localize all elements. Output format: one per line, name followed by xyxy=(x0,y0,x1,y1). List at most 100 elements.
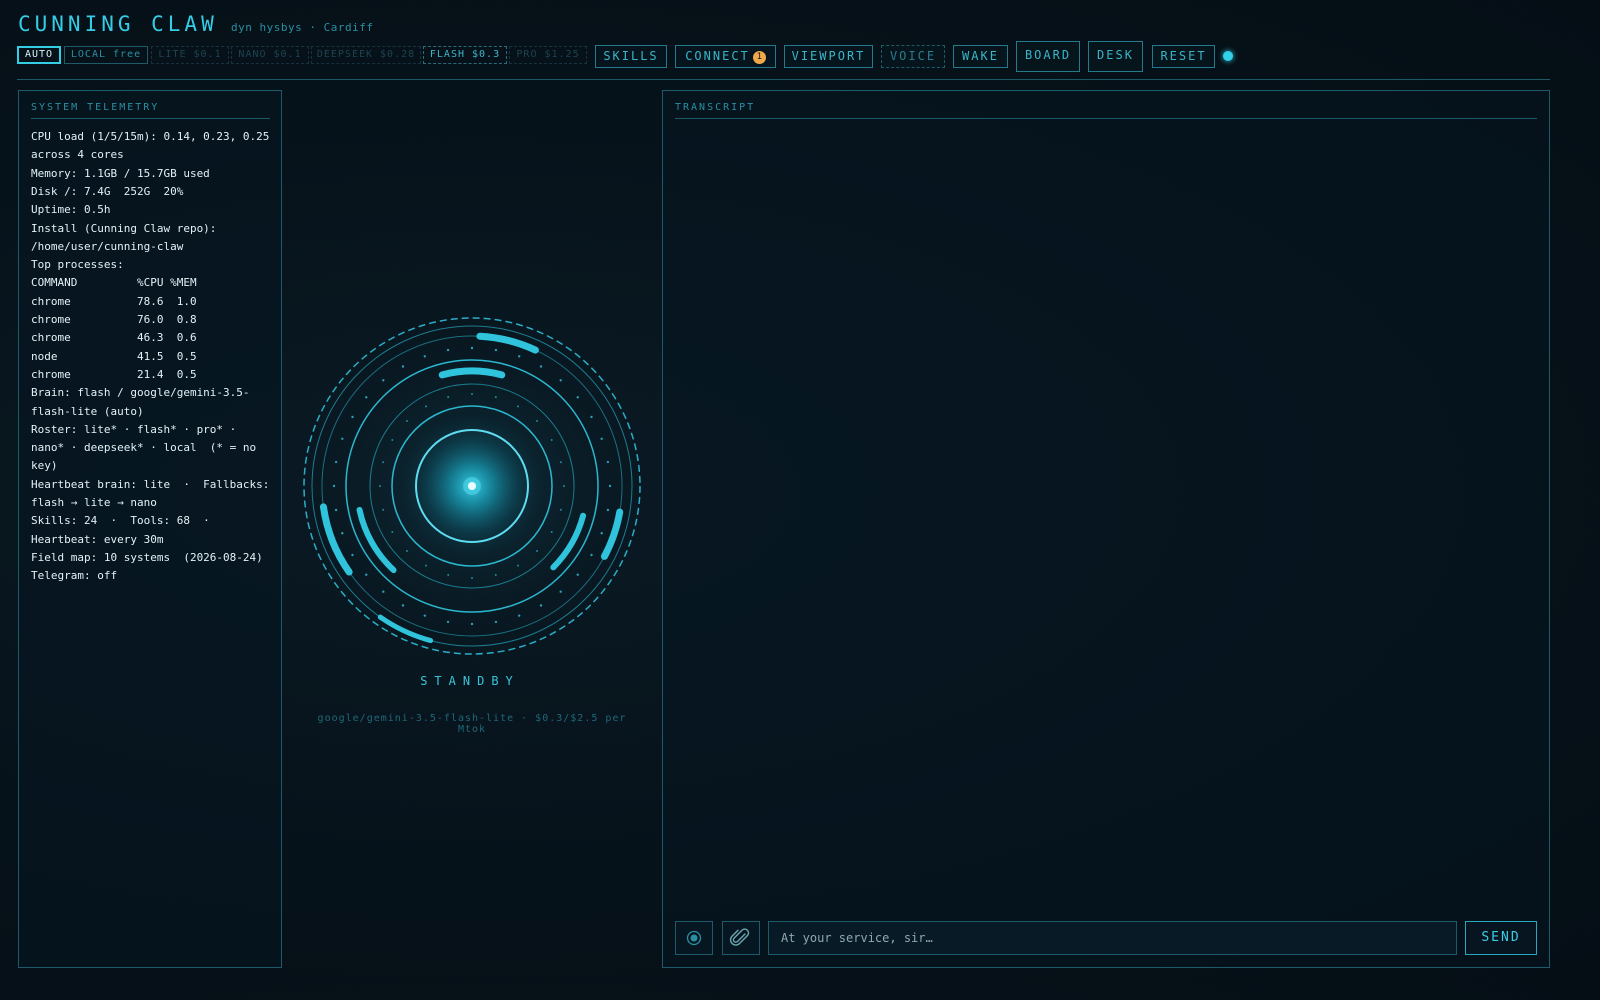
transcript-title: TRANSCRIPT xyxy=(675,102,756,113)
message-input[interactable] xyxy=(768,921,1457,955)
reactor-dot xyxy=(606,508,610,512)
telemetry-line: Heartbeat: every 30m xyxy=(31,532,164,546)
core-status: STANDBY xyxy=(420,674,520,688)
reactor-dot xyxy=(446,348,450,352)
desk-button[interactable]: DESK xyxy=(1088,41,1143,72)
telemetry-line: Memory: 1.1GB / 15.7GB used xyxy=(31,166,210,180)
status-indicator xyxy=(1223,51,1233,61)
reactor-dot xyxy=(405,550,408,553)
telemetry-line: Install (Cunning Claw repo): xyxy=(31,221,217,235)
telemetry-line: Disk /: 7.4G 252G 20% xyxy=(31,184,184,198)
telemetry-rule xyxy=(31,118,270,119)
telemetry-line: key) xyxy=(31,459,58,473)
reactor-dot xyxy=(494,573,497,576)
reactor-dot xyxy=(382,590,385,593)
reactor-core-graphic xyxy=(292,306,652,666)
telemetry-line: chrome 46.3 0.6 xyxy=(31,331,197,345)
app-title: CUNNING CLAW xyxy=(18,12,218,36)
reactor-dot xyxy=(539,365,543,368)
telemetry-panel: SYSTEM TELEMETRY CPU load (1/5/15m): 0.1… xyxy=(18,90,282,968)
telemetry-line: flash-lite (auto) xyxy=(31,404,144,418)
reactor-dot xyxy=(559,590,562,593)
telemetry-line: Brain: flash / google/gemini-3.5- xyxy=(31,386,250,400)
telemetry-line: flash → lite → nano xyxy=(31,496,157,509)
reactor-dot xyxy=(351,415,354,419)
transcript-panel: TRANSCRIPT xyxy=(662,90,1550,968)
attach-button[interactable] xyxy=(722,921,760,955)
reactor-dot xyxy=(470,346,474,350)
skills-button[interactable]: SKILLS xyxy=(595,45,667,68)
reactor-dot xyxy=(517,564,519,567)
reactor-dot xyxy=(405,419,408,422)
telemetry-line: Roster: lite* · flash* · pro* · xyxy=(31,422,237,436)
model-pill-local[interactable]: LOCAL free xyxy=(64,46,148,64)
telemetry-line: /home/user/cunning-claw xyxy=(31,239,184,253)
connect-label: CONNECT xyxy=(685,49,750,63)
telemetry-line: CPU load (1/5/15m): 0.14, 0.23, 0.25 xyxy=(31,130,270,143)
reactor-dot xyxy=(341,531,344,535)
model-pill-auto[interactable]: AUTO xyxy=(17,46,61,64)
telemetry-line: node 41.5 0.5 xyxy=(31,349,197,363)
reactor-dot xyxy=(471,577,473,579)
reactor-dot xyxy=(425,405,427,408)
telemetry-line: COMMAND %CPU %MEM xyxy=(31,276,197,290)
viewport-button[interactable]: VIEWPORT xyxy=(784,45,873,68)
model-pill-flash[interactable]: FLASH $0.3 xyxy=(423,46,507,64)
reactor-dot xyxy=(447,573,450,576)
core-center xyxy=(468,482,476,490)
reactor-dot xyxy=(539,604,543,607)
reactor-dot xyxy=(401,604,405,607)
voice-button[interactable]: VOICE xyxy=(881,45,945,68)
reactor-arc xyxy=(438,367,506,379)
reactor-dot xyxy=(382,379,385,382)
reactor-dot xyxy=(334,460,338,464)
connect-badge: 1 xyxy=(752,51,766,64)
reactor-dot xyxy=(550,531,553,533)
wake-button[interactable]: WAKE xyxy=(953,45,1008,68)
reactor-dot xyxy=(494,620,498,624)
telemetry-line: Heartbeat brain: lite · Fallbacks: xyxy=(31,477,270,491)
telemetry-line: Telegram: off xyxy=(31,569,118,583)
reactor-dot xyxy=(379,485,381,487)
reactor-dot xyxy=(365,573,368,576)
core-model-line-2: Mtok xyxy=(457,724,487,735)
toolbar: AUTO LOCAL free LITE $0.1 NANO $0.1 DEEP… xyxy=(17,41,1257,72)
core-model-line-1: google/gemini-3.5-flash-lite · $0.3/$2.5… xyxy=(317,713,627,724)
reactor-dot xyxy=(470,622,474,626)
reactor-dot xyxy=(559,508,562,511)
reactor-dot xyxy=(341,437,344,441)
reactor-dot xyxy=(471,393,473,395)
record-button[interactable] xyxy=(675,921,713,955)
reactor-dot xyxy=(590,415,593,419)
reactor-dot xyxy=(536,419,539,422)
connect-button[interactable]: CONNECT 1 xyxy=(675,45,776,68)
reactor-dot xyxy=(590,553,593,557)
reactor-dot xyxy=(517,614,521,617)
model-pill-pro[interactable]: PRO $1.25 xyxy=(509,46,587,64)
reactor-dot xyxy=(391,531,394,533)
model-pill-lite[interactable]: LITE $0.1 xyxy=(151,46,229,64)
record-icon xyxy=(686,930,702,946)
reactor-dot xyxy=(517,355,521,358)
model-pill-nano[interactable]: NANO $0.1 xyxy=(231,46,309,64)
reactor-dot xyxy=(559,461,562,464)
telemetry-line: nano* · deepseek* · local (* = no xyxy=(31,441,257,455)
reset-button[interactable]: RESET xyxy=(1152,45,1215,68)
reactor-dot xyxy=(600,437,603,441)
send-button[interactable]: SEND xyxy=(1465,921,1537,955)
reactor-dot xyxy=(494,348,498,352)
board-button[interactable]: BOARD xyxy=(1016,41,1080,72)
reactor-dot xyxy=(446,620,450,624)
telemetry-line: chrome 78.6 1.0 xyxy=(31,294,197,308)
telemetry-line: chrome 21.4 0.5 xyxy=(31,367,197,381)
reactor-dot xyxy=(608,484,612,488)
reactor-dot xyxy=(365,396,368,399)
reactor-dot xyxy=(425,564,427,567)
header-divider xyxy=(17,79,1550,80)
telemetry-line: Uptime: 0.5h xyxy=(31,203,111,217)
transcript-rule xyxy=(675,118,1537,119)
reactor-dot xyxy=(576,573,579,576)
reactor-dot xyxy=(559,379,562,382)
reactor-dot xyxy=(334,508,338,512)
model-pill-deepseek[interactable]: DEEPSEEK $0.28 xyxy=(311,46,421,64)
